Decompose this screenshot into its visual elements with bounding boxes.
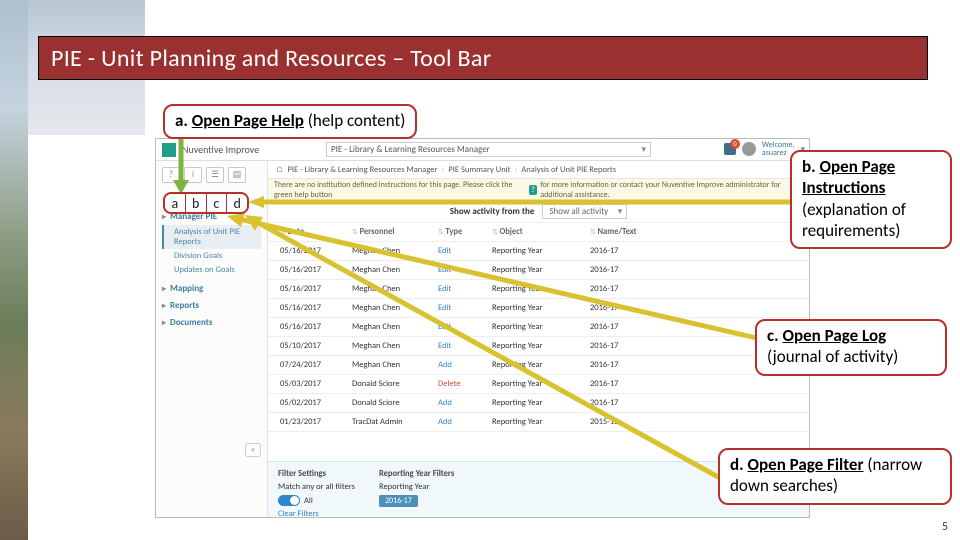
breadcrumb-1[interactable]: PIE - Library & Learning Resources Manag… bbox=[287, 165, 437, 175]
callout-d: d. Open Page Filter (narrow down searche… bbox=[718, 448, 952, 505]
app-header: Nuventive Improve PIE - Library & Learni… bbox=[156, 139, 809, 161]
unit-dropdown[interactable]: PIE - Library & Learning Resources Manag… bbox=[326, 142, 651, 157]
abcd-a: a bbox=[165, 194, 186, 212]
match-toggle[interactable] bbox=[278, 495, 300, 506]
callout-c: c. Open Page Log (journal of activity) bbox=[755, 319, 947, 376]
slide-title: PIE - Unit Planning and Resources – Tool… bbox=[39, 44, 491, 73]
abcd-c: c bbox=[207, 194, 228, 212]
slide-title-bar: PIE - Unit Planning and Resources – Tool… bbox=[38, 36, 928, 80]
brand-text: Nuventive Improve bbox=[182, 143, 259, 156]
abcd-overlay: a b c d bbox=[163, 192, 249, 214]
page-number: 5 bbox=[942, 520, 948, 534]
arrow-a bbox=[172, 132, 190, 194]
welcome-text: Welcome, asuarez bbox=[762, 141, 795, 157]
avatar[interactable] bbox=[742, 142, 756, 156]
arrow-b bbox=[248, 195, 793, 209]
help-icon[interactable]: ? bbox=[529, 185, 537, 195]
breadcrumb-3: Analysis of Unit PIE Reports bbox=[521, 165, 616, 175]
log-button[interactable]: ☰ bbox=[206, 167, 224, 183]
callout-a: a. Open Page Help (help content) bbox=[163, 104, 417, 139]
arrow-d bbox=[243, 215, 733, 487]
reporting-year-chip[interactable]: 2016-17 bbox=[379, 495, 418, 507]
notification-bell-icon[interactable] bbox=[724, 143, 736, 155]
home-icon[interactable]: ⌂ bbox=[276, 165, 283, 175]
filter-button[interactable]: ▤ bbox=[228, 167, 246, 183]
toggle-label: All bbox=[304, 496, 313, 506]
abcd-d: d bbox=[227, 194, 247, 212]
abcd-b: b bbox=[186, 194, 207, 212]
breadcrumb-2[interactable]: PIE Summary Unit bbox=[448, 165, 510, 175]
clear-filters-link[interactable]: Clear Filters bbox=[278, 509, 355, 518]
background-photo-strip bbox=[0, 0, 28, 540]
callout-b: b. Open Page Instructions (explanation o… bbox=[790, 150, 952, 249]
